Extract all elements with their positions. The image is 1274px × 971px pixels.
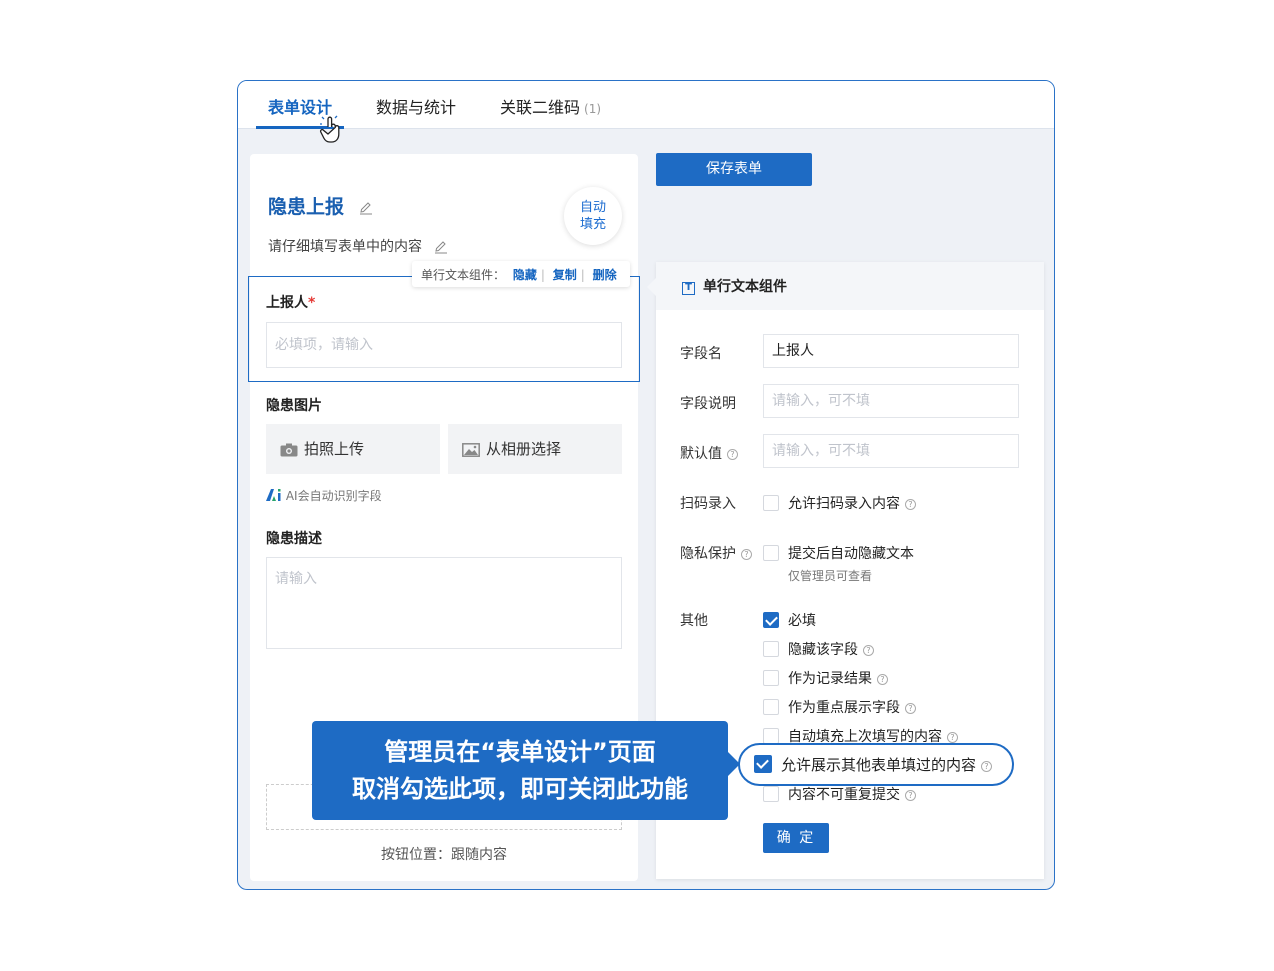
form-title[interactable]: 隐患上报 xyxy=(268,192,373,219)
help-icon[interactable]: ? xyxy=(877,674,888,685)
hazard-description-label: 隐患描述 xyxy=(266,531,322,547)
delete-component-link[interactable]: 删除 xyxy=(593,268,617,282)
edit-pencil-icon[interactable] xyxy=(434,240,448,254)
privacy-checkbox[interactable] xyxy=(763,545,779,561)
save-form-button[interactable]: 保存表单 xyxy=(656,153,812,186)
help-icon[interactable]: ? xyxy=(863,645,874,656)
button-position-text: 按钮位置：跟随内容 xyxy=(381,847,507,863)
panel-title: 单行文本组件 xyxy=(703,279,787,295)
privacy-label: 隐私保护? xyxy=(680,543,752,563)
help-icon[interactable]: ? xyxy=(727,449,738,460)
callout-line-1: 管理员在“表单设计”页面 xyxy=(384,738,656,766)
option-row[interactable]: 必填 xyxy=(763,610,816,630)
tab-bar: 表单设计 数据与统计 关联二维码 (1) xyxy=(238,81,1054,143)
field-description-label: 字段说明 xyxy=(680,396,736,412)
privacy-option-label: 提交后自动隐藏文本 xyxy=(788,546,914,562)
reporter-label-text: 上报人 xyxy=(266,295,308,311)
tab-data-stats[interactable]: 数据与统计 xyxy=(376,94,456,118)
option-row[interactable]: 内容不可重复提交? xyxy=(763,784,916,804)
text-component-icon: T xyxy=(682,282,695,295)
camera-icon xyxy=(280,443,298,456)
other-label: 其他 xyxy=(680,613,708,629)
component-toolbar: 单行文本组件： 隐藏 | 复制 | 删除 xyxy=(412,261,630,287)
take-photo-label: 拍照上传 xyxy=(304,440,365,458)
required-mark: * xyxy=(308,295,316,311)
default-value-label-text: 默认值 xyxy=(680,446,722,462)
allow-other-forms-label: 允许展示其他表单填过的内容 xyxy=(781,756,977,774)
tab-label: 关联二维码 xyxy=(500,98,581,117)
form-subtitle[interactable]: 请仔细填写表单中的内容 xyxy=(268,236,448,256)
autofill-button[interactable]: 自动 填充 xyxy=(564,187,622,245)
ai-hint: AI会自动识别字段 xyxy=(266,487,382,504)
copy-component-link[interactable]: 复制 xyxy=(553,268,577,282)
option-checkbox[interactable] xyxy=(763,612,779,628)
instruction-callout: 管理员在“表单设计”页面 取消勾选此项，即可关闭此功能 xyxy=(312,721,728,820)
ai-logo-icon xyxy=(266,489,281,501)
scan-entry-option[interactable]: 允许扫码录入内容? xyxy=(763,493,916,513)
scan-entry-checkbox[interactable] xyxy=(763,495,779,511)
option-label: 作为记录结果 xyxy=(788,671,872,687)
option-label: 内容不可重复提交 xyxy=(788,787,900,803)
option-label: 作为重点展示字段 xyxy=(788,700,900,716)
privacy-note: 仅管理员可查看 xyxy=(788,569,873,583)
form-title-text: 隐患上报 xyxy=(268,196,345,218)
scan-entry-option-label: 允许扫码录入内容 xyxy=(788,496,900,512)
autofill-label-line2: 填充 xyxy=(579,217,606,232)
privacy-label-text: 隐私保护 xyxy=(680,546,736,562)
option-checkbox[interactable] xyxy=(763,641,779,657)
privacy-option[interactable]: 提交后自动隐藏文本 xyxy=(763,543,914,563)
option-row[interactable]: 作为记录结果? xyxy=(763,668,888,688)
highlighted-option-allow-other-forms[interactable]: 允许展示其他表单填过的内容? xyxy=(738,743,1014,786)
option-label: 隐藏该字段 xyxy=(788,642,858,658)
field-name-input[interactable]: 上报人 xyxy=(763,334,1019,368)
reporter-input[interactable]: 必填项，请输入 xyxy=(266,322,622,368)
edit-pencil-icon[interactable] xyxy=(359,201,373,215)
field-description-input[interactable]: 请输入，可不填 xyxy=(763,384,1019,418)
hand-cursor-icon xyxy=(319,115,340,143)
autofill-label-line1: 自动 xyxy=(579,200,606,215)
choose-from-album-label: 从相册选择 xyxy=(486,440,562,458)
field-name-label: 字段名 xyxy=(680,346,722,362)
help-icon[interactable]: ? xyxy=(947,732,958,743)
option-checkbox[interactable] xyxy=(763,670,779,686)
callout-line-2: 取消勾选此项，即可关闭此功能 xyxy=(352,775,688,803)
option-checkbox[interactable] xyxy=(763,786,779,802)
component-type-label: 单行文本组件： xyxy=(421,268,506,282)
panel-header: T 单行文本组件 xyxy=(656,262,1044,310)
image-icon xyxy=(462,442,480,457)
tab-linked-qrcode[interactable]: 关联二维码 (1) xyxy=(500,94,601,118)
help-icon[interactable]: ? xyxy=(905,790,916,801)
choose-from-album-button[interactable]: 从相册选择 xyxy=(448,424,622,474)
ai-hint-text: AI会自动识别字段 xyxy=(285,489,382,503)
panel-pointer xyxy=(647,278,656,296)
hazard-photo-label: 隐患图片 xyxy=(266,398,322,414)
help-icon[interactable]: ? xyxy=(905,703,916,714)
take-photo-button[interactable]: 拍照上传 xyxy=(266,424,440,474)
option-label: 必填 xyxy=(788,613,816,629)
allow-other-forms-checkbox[interactable] xyxy=(754,755,772,773)
help-icon[interactable]: ? xyxy=(981,761,993,772)
hazard-description-textarea[interactable]: 请输入 xyxy=(266,557,622,649)
option-checkbox[interactable] xyxy=(763,699,779,715)
help-icon[interactable]: ? xyxy=(905,499,916,510)
option-row[interactable]: 隐藏该字段? xyxy=(763,639,874,659)
tab-count: (1) xyxy=(584,102,602,116)
form-subtitle-text: 请仔细填写表单中的内容 xyxy=(268,239,422,255)
reporter-label: 上报人* xyxy=(266,292,315,312)
option-checkbox[interactable] xyxy=(763,728,779,744)
scan-entry-label: 扫码录入 xyxy=(680,496,736,512)
default-value-input[interactable]: 请输入，可不填 xyxy=(763,434,1019,468)
confirm-button[interactable]: 确 定 xyxy=(763,823,829,853)
hide-component-link[interactable]: 隐藏 xyxy=(513,268,537,282)
default-value-label: 默认值? xyxy=(680,443,738,463)
help-icon[interactable]: ? xyxy=(741,549,752,560)
option-row[interactable]: 作为重点展示字段? xyxy=(763,697,916,717)
